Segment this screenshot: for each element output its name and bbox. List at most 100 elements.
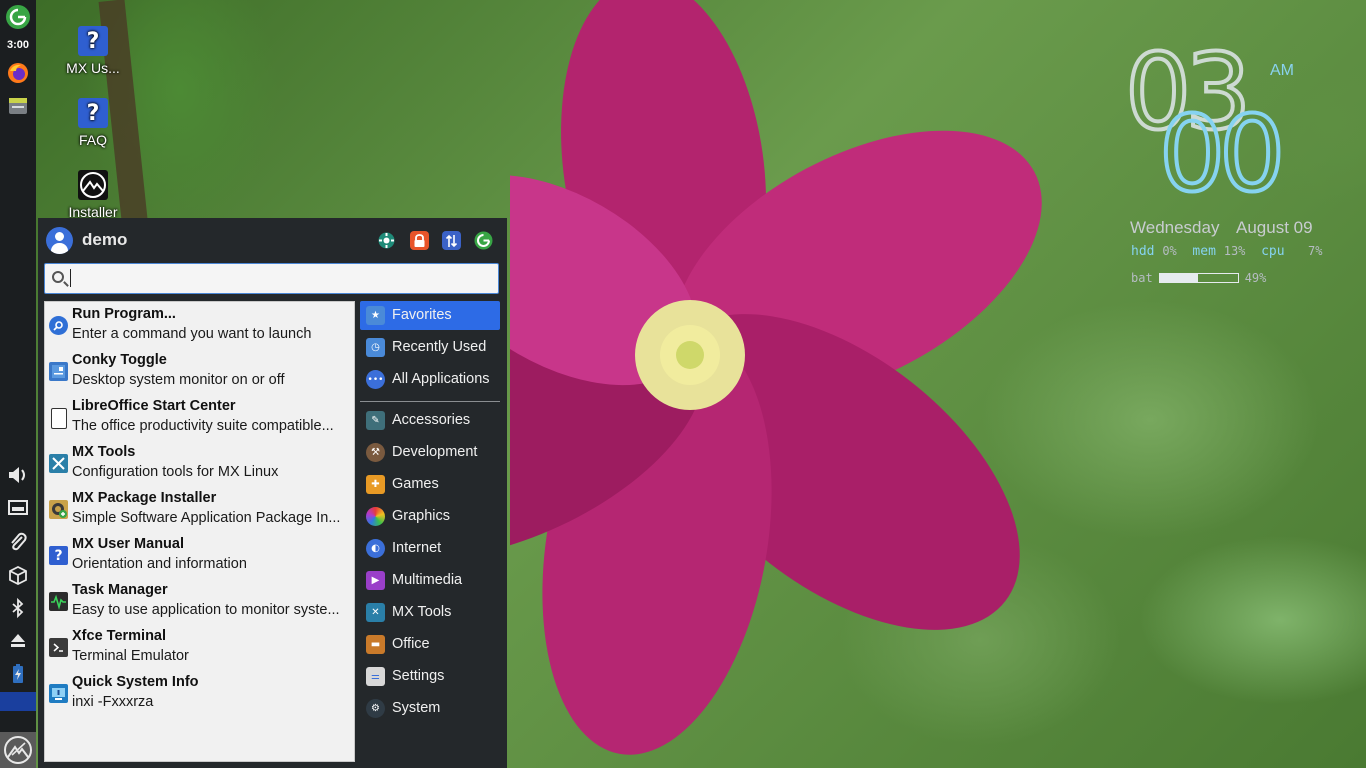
bluetooth-icon	[12, 597, 24, 619]
desktop-icon-mx-user-manual[interactable]: ? MX Us...	[53, 26, 133, 76]
category-label: Development	[392, 444, 478, 460]
lock-screen-button[interactable]	[410, 231, 429, 250]
list-item-title: Quick System Info	[72, 674, 199, 690]
mem-label: mem	[1192, 244, 1216, 259]
list-item-description: Enter a command you want to launch	[72, 326, 312, 342]
desktop-icon-faq[interactable]: ? FAQ	[53, 98, 133, 148]
list-item-mx-package-installer[interactable]: MX Package Installer Simple Software App…	[45, 486, 354, 532]
mx-tools-icon: ✕	[366, 603, 385, 622]
whisker-menu-button[interactable]	[0, 732, 36, 768]
conky-minute: 00	[1157, 93, 1287, 215]
category-label: Graphics	[392, 508, 451, 524]
list-item-title: Conky Toggle	[72, 352, 167, 368]
list-item-xfce-terminal[interactable]: Xfce Terminal Terminal Emulator	[45, 624, 354, 670]
all-apps-icon: •••	[366, 370, 385, 389]
cpu-label: cpu	[1261, 244, 1285, 259]
settings-gear-icon	[378, 232, 395, 249]
category-graphics[interactable]: Graphics	[360, 502, 500, 531]
battery-bar	[1158, 272, 1239, 283]
search-icon	[52, 271, 64, 283]
list-item-run-program[interactable]: Run Program... Enter a command you want …	[45, 302, 354, 348]
category-label: Accessories	[392, 412, 471, 428]
list-item-description: The office productivity suite compatible…	[72, 418, 334, 434]
mx-logo-icon	[4, 736, 32, 764]
firefox-launcher[interactable]	[4, 59, 32, 87]
log-out-button[interactable]	[474, 231, 493, 250]
list-item-quick-system-info[interactable]: Quick System Info inxi -Fxxxrza	[45, 670, 354, 716]
list-item-mx-user-manual[interactable]: ? MX User Manual Orientation and informa…	[45, 532, 354, 578]
category-system[interactable]: ⚙ System	[360, 694, 500, 723]
conky-battery: bat 49%	[1131, 271, 1266, 285]
log-out-panel-button[interactable]	[4, 3, 32, 31]
category-label: Internet	[392, 540, 442, 556]
category-games[interactable]: ✚ Games	[360, 470, 500, 499]
list-item-title: Task Manager	[72, 582, 168, 598]
conky-stats: hdd 0% mem 13% cpu 7%	[1131, 244, 1323, 259]
favorites-list: Run Program... Enter a command you want …	[44, 301, 355, 762]
conky-date: August 09	[1236, 218, 1313, 237]
lock-icon	[414, 233, 425, 247]
development-icon: ⚒	[366, 443, 385, 462]
volume-tray[interactable]	[4, 461, 32, 489]
task-manager-icon	[49, 592, 68, 611]
desktop-icon-label: MX Us...	[66, 60, 120, 76]
eject-icon	[11, 634, 25, 647]
clematis-flower-image	[510, 0, 1042, 755]
list-item-title: MX Package Installer	[72, 490, 217, 506]
search-box[interactable]	[44, 263, 499, 294]
updater-tray[interactable]	[4, 561, 32, 589]
list-item-title: MX Tools	[72, 444, 136, 460]
desktop-icon-installer[interactable]: Installer	[53, 170, 133, 218]
desktop-icon-label: Installer	[68, 204, 118, 218]
active-window-indicator[interactable]	[0, 692, 36, 711]
file-manager-launcher[interactable]	[4, 92, 32, 120]
mem-value: 13%	[1223, 244, 1246, 258]
panel-clock[interactable]: 3:00	[0, 39, 36, 51]
category-label: Office	[392, 636, 430, 652]
libreoffice-icon	[51, 408, 67, 429]
category-recently-used[interactable]: ◷ Recently Used	[360, 333, 500, 362]
network-tray[interactable]	[4, 494, 32, 522]
clipboard-tray[interactable]	[4, 528, 32, 556]
category-favorites[interactable]: ★ Favorites	[360, 301, 500, 330]
category-label: All Applications	[392, 371, 490, 387]
power-manager-tray[interactable]	[4, 660, 32, 688]
terminal-icon	[49, 638, 68, 657]
conky-ampm: AM	[1270, 62, 1294, 79]
category-office[interactable]: ▬ Office	[360, 630, 500, 659]
switch-user-icon	[445, 234, 458, 247]
category-accessories[interactable]: ✎ Accessories	[360, 406, 500, 435]
category-multimedia[interactable]: ▶ Multimedia	[360, 566, 500, 595]
category-label: Games	[392, 476, 439, 492]
category-label: MX Tools	[392, 604, 452, 620]
office-icon: ▬	[366, 635, 385, 654]
category-internet[interactable]: ◐ Internet	[360, 534, 500, 563]
games-icon: ✚	[366, 475, 385, 494]
category-settings[interactable]: ⚌ Settings	[360, 662, 500, 691]
favorites-folder-icon: ★	[366, 306, 385, 325]
bluetooth-tray[interactable]	[4, 594, 32, 622]
mx-tools-icon	[49, 454, 68, 473]
list-item-libreoffice[interactable]: LibreOffice Start Center The office prod…	[45, 394, 354, 440]
list-item-description: Configuration tools for MX Linux	[72, 464, 279, 480]
list-item-description: Simple Software Application Package In..…	[72, 510, 341, 526]
list-item-mx-tools[interactable]: MX Tools Configuration tools for MX Linu…	[45, 440, 354, 486]
list-item-title: Run Program...	[72, 306, 176, 322]
text-caret	[70, 269, 71, 287]
package-box-icon	[9, 565, 27, 586]
list-item-task-manager[interactable]: Task Manager Easy to use application to …	[45, 578, 354, 624]
category-mx-tools[interactable]: ✕ MX Tools	[360, 598, 500, 627]
network-icon	[8, 500, 28, 515]
category-development[interactable]: ⚒ Development	[360, 438, 500, 467]
settings-manager-button[interactable]	[377, 231, 396, 250]
bat-value: 49%	[1244, 271, 1267, 285]
category-label: Favorites	[392, 307, 452, 323]
list-item-conky-toggle[interactable]: Conky Toggle Desktop system monitor on o…	[45, 348, 354, 394]
eject-tray[interactable]	[4, 626, 32, 654]
category-all-applications[interactable]: ••• All Applications	[360, 365, 500, 394]
search-input[interactable]	[69, 268, 489, 288]
switch-user-button[interactable]	[442, 231, 461, 250]
run-program-icon	[49, 316, 68, 335]
file-manager-icon	[9, 98, 27, 114]
hdd-label: hdd	[1131, 244, 1155, 259]
